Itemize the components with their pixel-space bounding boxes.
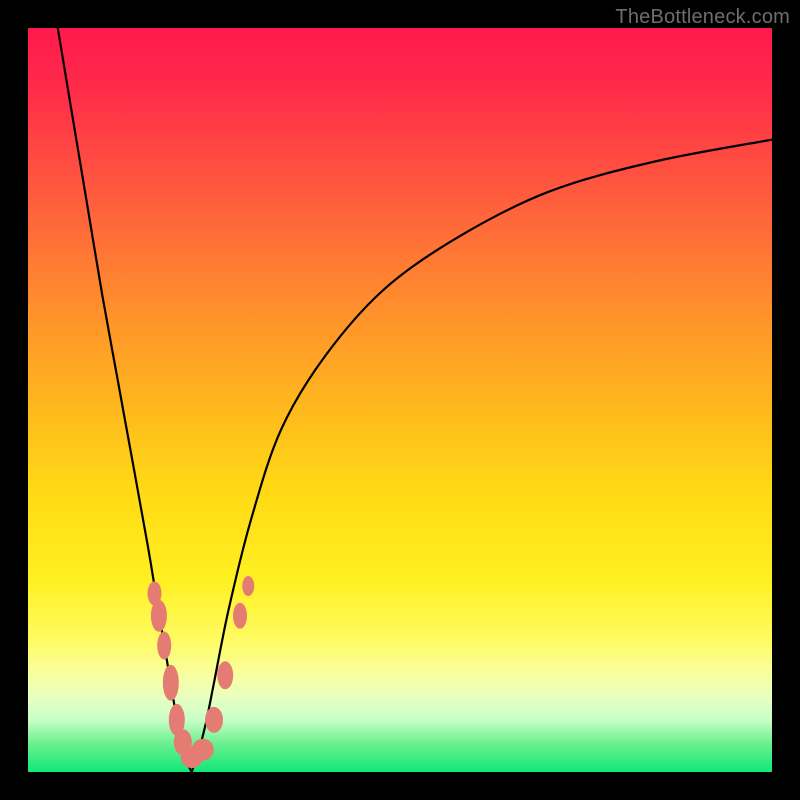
curve-marker-11 xyxy=(242,576,254,596)
curve-layer xyxy=(28,28,772,772)
curve-left-branch xyxy=(58,28,192,772)
curve-right-branch xyxy=(192,140,772,772)
curve-marker-9 xyxy=(217,661,233,689)
curve-marker-1 xyxy=(151,600,167,632)
plot-area xyxy=(28,28,772,772)
curve-marker-3 xyxy=(163,665,179,701)
watermark-text: TheBottleneck.com xyxy=(615,6,790,29)
curve-marker-2 xyxy=(157,632,171,660)
curve-markers xyxy=(148,576,255,768)
curve-marker-8 xyxy=(205,707,223,733)
curve-marker-7 xyxy=(192,739,214,761)
curve-marker-10 xyxy=(233,603,247,629)
chart-frame: TheBottleneck.com xyxy=(0,0,800,800)
